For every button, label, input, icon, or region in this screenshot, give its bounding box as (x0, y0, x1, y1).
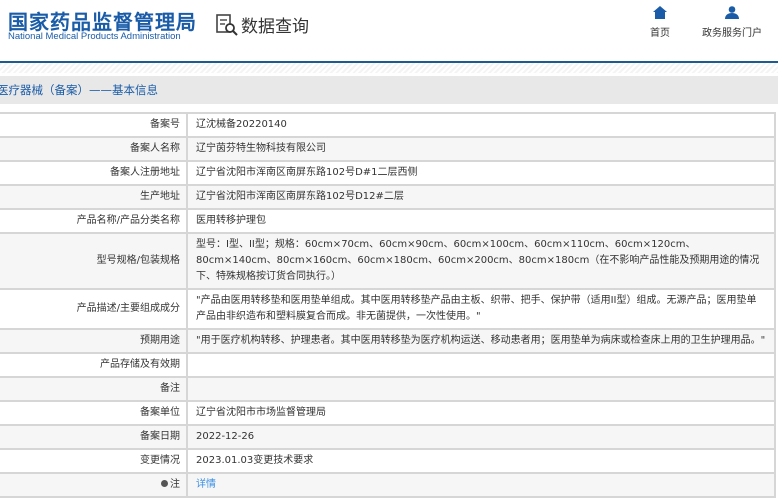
field-label: 生产地址 (0, 184, 188, 209)
field-label-text: 变更情况 (140, 455, 180, 466)
field-label-text: 生产地址 (140, 191, 180, 202)
nav-service-portal-label: 政务服务门户 (702, 28, 762, 39)
site-header: 国家药品监督管理局 National Medical Products Admi… (0, 0, 778, 63)
bullet-icon (161, 480, 168, 487)
field-value: 辽宁省沈阳市浑南区南屏东路102号D#1二层西侧 (187, 160, 775, 185)
field-label: 变更情况 (0, 448, 188, 473)
header-divider (0, 63, 778, 73)
table-row: 备案日期 2022-12-26 (0, 424, 775, 449)
field-value (187, 376, 775, 401)
breadcrumb-bar: 医疗器械（备案）——基本信息 (0, 76, 778, 104)
field-label: 型号规格/包装规格 (0, 232, 188, 289)
table-row: 变更情况 2023.01.03变更技术要求 (0, 448, 775, 473)
field-label: 预期用途 (0, 328, 188, 353)
field-label: 注 (0, 472, 188, 497)
field-value: 辽宁省沈阳市浑南区南屏东路102号D12#二层 (187, 184, 775, 209)
table-row: 产品存储及有效期 (0, 352, 775, 377)
field-label: 备案单位 (0, 400, 188, 425)
table-row: 产品名称/产品分类名称 医用转移护理包 (0, 208, 775, 233)
logo-subtitle: National Medical Products Administration (8, 31, 181, 42)
field-value: 辽宁省沈阳市市场监督管理局 (187, 400, 775, 425)
field-label-text: 备注 (160, 383, 180, 394)
field-value: "用于医疗机构转移、护理患者。其中医用转移垫为医疗机构运送、移动患者用；医用垫单… (187, 328, 775, 353)
field-label-text: 备案号 (150, 119, 180, 130)
field-label-text: 型号规格/包装规格 (96, 255, 180, 266)
field-label-text: 产品描述/主要组成成分 (76, 303, 180, 314)
user-icon (725, 6, 739, 19)
field-label: 备注 (0, 376, 188, 401)
nav-service-portal[interactable]: 政务服务门户 (702, 6, 762, 39)
field-label: 产品名称/产品分类名称 (0, 208, 188, 233)
section-label: 数据查询 (241, 17, 309, 37)
info-table: 备案号 辽沈械备20220140 备案人名称 辽宁茵芬特生物科技有限公司 备案人注册地址… (0, 112, 776, 498)
table-row: 预期用途 "用于医疗机构转移、护理患者。其中医用转移垫为医疗机构运送、移动患者用；… (0, 328, 775, 353)
field-label: 备案号 (0, 112, 188, 137)
table-row: 备案号 辽沈械备20220140 (0, 112, 775, 137)
field-value (187, 352, 775, 377)
table-row: 注详情 (0, 472, 775, 497)
field-label-text: 备案日期 (140, 431, 180, 442)
home-icon (653, 6, 667, 19)
field-label-text: 预期用途 (140, 335, 180, 346)
field-label: 备案人注册地址 (0, 160, 188, 185)
field-label: 备案人名称 (0, 136, 188, 161)
table-row: 备案人名称 辽宁茵芬特生物科技有限公司 (0, 136, 775, 161)
field-value: 详情 (187, 472, 775, 497)
breadcrumb: 医疗器械（备案）——基本信息 (0, 83, 158, 97)
field-value: "产品由医用转移垫和医用垫单组成。其中医用转移垫产品由主板、织带、把手、保护带（… (187, 288, 775, 329)
field-label-text: 产品存储及有效期 (100, 359, 180, 370)
document-search-icon (216, 13, 238, 36)
table-row: 型号规格/包装规格 型号：I型、II型；规格：60cm×70cm、60cm×90c… (0, 232, 775, 289)
data-query-title: 数据查询 (216, 12, 309, 37)
field-label-text: 备案人注册地址 (110, 167, 180, 178)
field-value: 2023.01.03变更技术要求 (187, 448, 775, 473)
field-label: 产品存储及有效期 (0, 352, 188, 377)
field-value: 辽宁茵芬特生物科技有限公司 (187, 136, 775, 161)
nav-home-label: 首页 (650, 28, 670, 39)
field-label-text: 备案人名称 (130, 143, 180, 154)
field-value: 辽沈械备20220140 (187, 112, 775, 137)
field-label: 产品描述/主要组成成分 (0, 288, 188, 329)
field-value: 医用转移护理包 (187, 208, 775, 233)
table-row: 备注 (0, 376, 775, 401)
field-label-text: 备案单位 (140, 407, 180, 418)
field-value: 2022-12-26 (187, 424, 775, 449)
table-row: 产品描述/主要组成成分 "产品由医用转移垫和医用垫单组成。其中医用转移垫产品由主板… (0, 288, 775, 329)
table-row: 备案人注册地址 辽宁省沈阳市浑南区南屏东路102号D#1二层西侧 (0, 160, 775, 185)
table-row: 生产地址 辽宁省沈阳市浑南区南屏东路102号D12#二层 (0, 184, 775, 209)
field-label-text: 产品名称/产品分类名称 (76, 215, 180, 226)
field-label: 备案日期 (0, 424, 188, 449)
field-value: 型号：I型、II型；规格：60cm×70cm、60cm×90cm、60cm×10… (187, 232, 775, 289)
table-row: 备案单位 辽宁省沈阳市市场监督管理局 (0, 400, 775, 425)
nav-home[interactable]: 首页 (650, 6, 670, 39)
